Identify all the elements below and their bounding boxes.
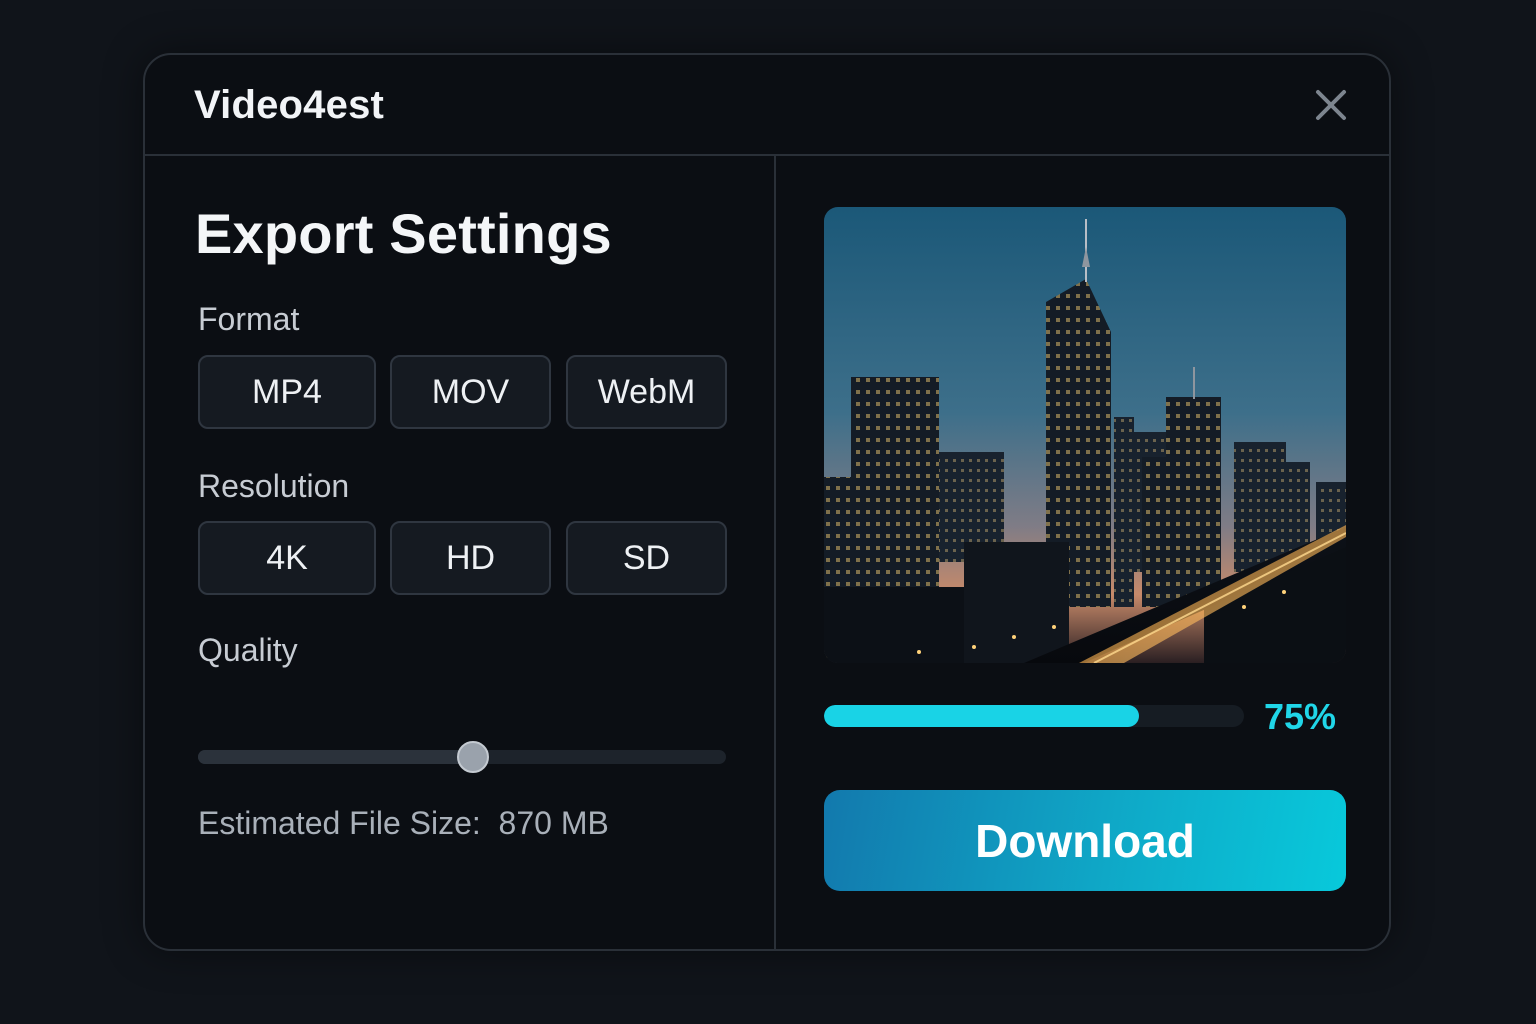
format-option-webm[interactable]: WebM: [566, 355, 727, 429]
app-title: Video4est: [194, 83, 385, 127]
format-label: Format: [198, 301, 300, 337]
progress-bar: [824, 705, 1244, 727]
quality-slider-thumb[interactable]: [456, 741, 489, 773]
progress-percent: 75%: [1264, 696, 1337, 737]
file-size-value: 870 MB: [498, 805, 609, 841]
file-size-label: Estimated File Size:: [198, 805, 481, 841]
resolution-option-hd[interactable]: HD: [390, 521, 551, 595]
estimated-file-size: Estimated File Size: 870 MB: [198, 805, 609, 842]
export-settings-heading: Export Settings: [195, 202, 612, 265]
quality-label: Quality: [198, 632, 298, 668]
resolution-label: Resolution: [198, 468, 350, 504]
quality-slider[interactable]: [198, 741, 726, 773]
preview-pane: 75% Download: [776, 156, 1389, 949]
settings-pane: Export Settings Format MP4 MOV WebM Reso…: [145, 156, 774, 949]
format-option-mp4[interactable]: MP4: [198, 355, 376, 429]
close-button[interactable]: [1313, 87, 1349, 123]
progress-bar-fill: [824, 705, 1139, 727]
city-skyline-image: [824, 207, 1346, 663]
resolution-option-4k[interactable]: 4K: [198, 521, 376, 595]
export-dialog: Video4est Export Settings Format MP4 MOV…: [143, 53, 1391, 951]
title-bar: Video4est: [145, 55, 1389, 156]
resolution-option-sd[interactable]: SD: [566, 521, 727, 595]
close-icon: [1316, 90, 1346, 120]
preview-image: [824, 207, 1346, 663]
quality-slider-fill: [198, 750, 473, 764]
format-option-mov[interactable]: MOV: [390, 355, 551, 429]
download-button[interactable]: Download: [824, 790, 1346, 891]
